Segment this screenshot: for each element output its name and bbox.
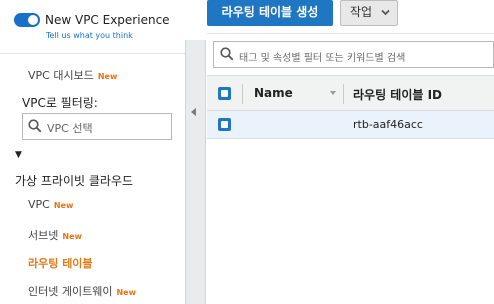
sidebar-item-label: 인터넷 게이트웨이 — [28, 285, 113, 298]
toggle-knob — [28, 15, 38, 25]
sidebar: New VPC Experience Tell us what you thin… — [0, 0, 185, 304]
select-all-checkbox[interactable] — [218, 87, 231, 100]
sidebar-collapse-handle[interactable] — [185, 40, 206, 304]
sidebar-item-label: VPC — [28, 198, 50, 211]
route-table-id-cell: rtb-aaf46acc — [353, 118, 423, 131]
sidebar-item-route-tables[interactable]: 라우팅 테이블 — [28, 255, 93, 271]
create-route-table-button[interactable]: 라우팅 테이블 생성 — [207, 0, 333, 26]
vpc-select-input[interactable]: VPC 선택 — [22, 113, 172, 140]
new-badge: New — [116, 288, 136, 297]
new-badge: New — [62, 232, 82, 241]
column-header-route-table-id[interactable]: 라우팅 테이블 ID — [353, 86, 442, 103]
feedback-link[interactable]: Tell us what you think — [46, 31, 133, 40]
table-row[interactable]: rtb-aaf46acc — [207, 111, 494, 139]
sidebar-divider — [0, 53, 185, 54]
sidebar-item-vpc[interactable]: VPC New — [28, 198, 73, 211]
sort-icon[interactable] — [330, 91, 336, 95]
column-header-name[interactable]: Name — [254, 86, 293, 100]
search-placeholder: 태그 및 속성별 필터 또는 키워드별 검색 — [239, 53, 406, 64]
vpc-select-placeholder: VPC 선택 — [47, 122, 93, 135]
column-divider — [343, 84, 344, 104]
new-experience-title: New VPC Experience — [45, 13, 170, 27]
new-experience-toggle[interactable] — [14, 13, 40, 27]
filter-by-vpc-label: VPC로 필터링: — [22, 96, 98, 110]
sidebar-item-vpc-dashboard[interactable]: VPC 대시보드 New — [28, 67, 117, 83]
actions-button[interactable]: 작업 — [340, 0, 398, 26]
table-header: Name 라우팅 테이블 ID — [207, 75, 494, 111]
sidebar-item-label: 라우팅 테이블 — [28, 257, 93, 270]
sidebar-item-subnets[interactable]: 서브넷 New — [28, 227, 82, 243]
chevron-down-icon — [381, 9, 390, 16]
row-checkbox[interactable] — [218, 118, 231, 131]
search-input[interactable]: 태그 및 속성별 필터 또는 키워드별 검색 — [213, 41, 494, 68]
search-icon — [28, 119, 42, 133]
sidebar-item-internet-gateways[interactable]: 인터넷 게이트웨이 New — [28, 283, 136, 299]
new-badge: New — [97, 72, 118, 81]
toolbar-divider — [207, 33, 494, 34]
chevron-left-icon — [191, 108, 196, 116]
column-divider — [242, 84, 243, 104]
sidebar-item-label: VPC 대시보드 — [28, 69, 94, 82]
collapse-section-icon[interactable]: ▼ — [15, 150, 22, 160]
actions-label: 작업 — [350, 5, 373, 19]
search-icon — [220, 47, 234, 61]
new-badge: New — [53, 201, 74, 210]
sidebar-item-label: 서브넷 — [28, 229, 59, 242]
section-title-virtual-private-cloud: 가상 프라이빗 클라우드 — [15, 174, 134, 188]
